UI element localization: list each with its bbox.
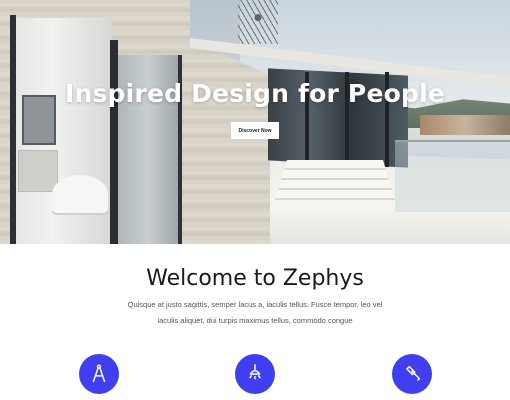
feature-lamp-badge xyxy=(235,354,275,394)
welcome-description-line: Quisque at justo sagittis, semper lacus … xyxy=(127,300,383,309)
hero-banner: Inspired Design for People Discover Now xyxy=(0,0,510,244)
hero-steps xyxy=(275,160,395,200)
hero-cabinet xyxy=(18,150,58,192)
compass-icon xyxy=(92,364,106,383)
hero-glass-railing xyxy=(395,140,510,212)
feature-compass-badge xyxy=(79,354,119,394)
hero-bathtub xyxy=(52,175,108,213)
welcome-title: Welcome to Zephys xyxy=(146,266,364,291)
discover-now-button[interactable]: Discover Now xyxy=(231,122,279,139)
ceiling-lamp-icon xyxy=(249,364,261,380)
hero-door-frame xyxy=(110,40,118,244)
welcome-description: Quisque at justo sagittis, semper lacus … xyxy=(120,297,390,329)
hero-houses xyxy=(420,115,510,135)
welcome-description-line: iaculis aliquet, dui turpis maximus tell… xyxy=(157,316,353,325)
hero-tree xyxy=(238,0,278,44)
hero-door-frame xyxy=(10,15,16,244)
hero-title: Inspired Design for People xyxy=(64,79,446,108)
feature-hammer-badge xyxy=(392,354,432,394)
hammer-icon xyxy=(406,365,421,381)
